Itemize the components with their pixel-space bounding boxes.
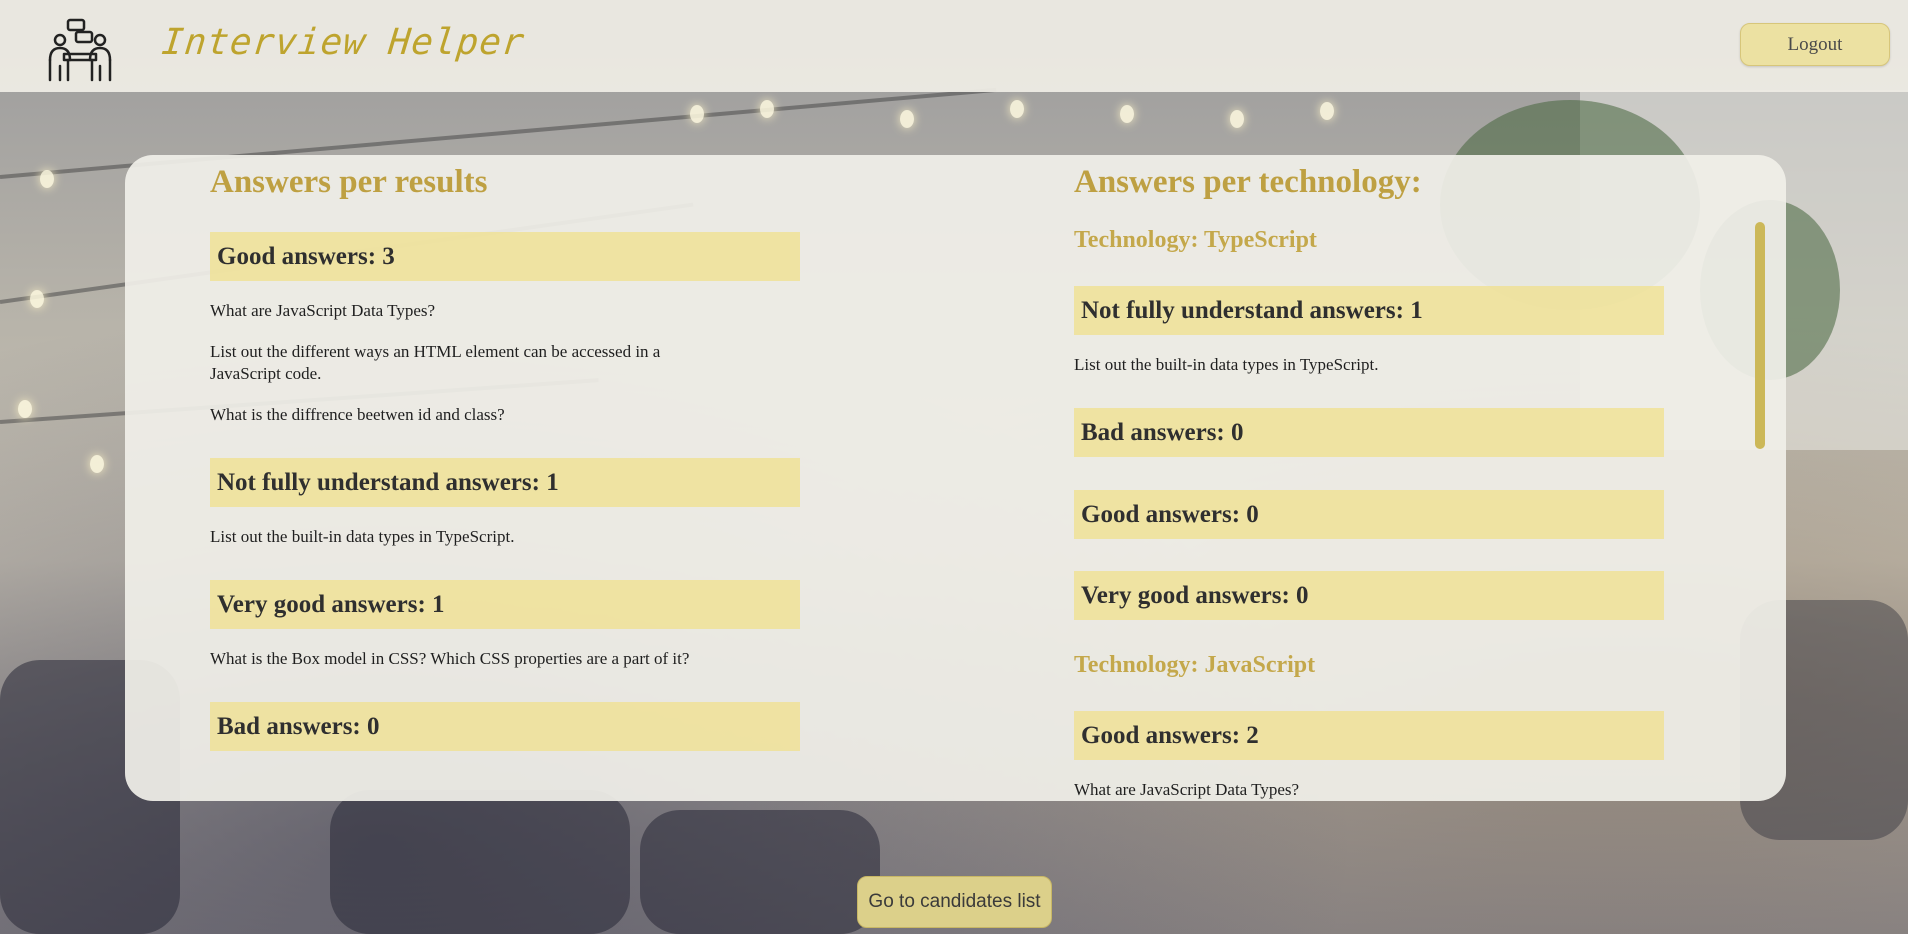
js-group-good: Good answers: 2 What are JavaScript Data…: [1074, 711, 1664, 801]
question-item: List out the built-in data types in Type…: [1074, 355, 1379, 374]
question-item: What are JavaScript Data Types?: [1074, 780, 1300, 799]
group-header: Good answers: 0: [1074, 490, 1664, 539]
technology-column[interactable]: Answers per technology: Technology: Type…: [1074, 155, 1664, 801]
group-header: Bad answers: 0: [1074, 408, 1664, 457]
group-header: Bad answers: 0: [210, 702, 800, 751]
interview-logo-icon: [46, 18, 114, 84]
app-header: Interview Helper Logout: [0, 0, 1908, 92]
group-header: Good answers: 3: [210, 232, 800, 281]
group-not-fully: Not fully understand answers: 1 List out…: [210, 458, 800, 548]
question-item: What is the Box model in CSS? Which CSS …: [210, 649, 690, 668]
scrollbar-thumb[interactable]: [1755, 222, 1765, 449]
question-item: List out the built-in data types in Type…: [210, 527, 515, 546]
group-good: Good answers: 3 What are JavaScript Data…: [210, 232, 800, 426]
ts-group-bad: Bad answers: 0: [1074, 408, 1664, 457]
app-title: Interview Helper: [159, 22, 527, 63]
group-bad: Bad answers: 0: [210, 702, 800, 751]
group-header: Not fully understand answers: 1: [210, 458, 800, 507]
logout-button[interactable]: Logout: [1740, 23, 1890, 66]
question-item: List out the different ways an HTML elem…: [210, 342, 661, 383]
ts-group-not-fully: Not fully understand answers: 1 List out…: [1074, 286, 1664, 376]
group-header: Very good answers: 0: [1074, 571, 1664, 620]
go-to-candidates-button[interactable]: Go to candidates list: [857, 876, 1052, 928]
results-column: Answers per results Good answers: 3 What…: [210, 155, 800, 751]
question-item: What are JavaScript Data Types?: [210, 301, 436, 320]
question-item: What is the diffrence beetwen id and cla…: [210, 405, 505, 424]
results-title: Answers per results: [210, 164, 488, 200]
group-header: Not fully understand answers: 1: [1074, 286, 1664, 335]
technology-title: Answers per technology:: [1074, 164, 1422, 200]
ts-group-good: Good answers: 0: [1074, 490, 1664, 539]
tech-heading-javascript: Technology: JavaScript: [1074, 652, 1316, 678]
answers-panel: Answers per results Good answers: 3 What…: [125, 155, 1786, 801]
ts-group-very-good: Very good answers: 0: [1074, 571, 1664, 620]
group-header: Good answers: 2: [1074, 711, 1664, 760]
group-header: Very good answers: 1: [210, 580, 800, 629]
group-very-good: Very good answers: 1 What is the Box mod…: [210, 580, 800, 670]
tech-heading-typescript: Technology: TypeScript: [1074, 227, 1317, 253]
